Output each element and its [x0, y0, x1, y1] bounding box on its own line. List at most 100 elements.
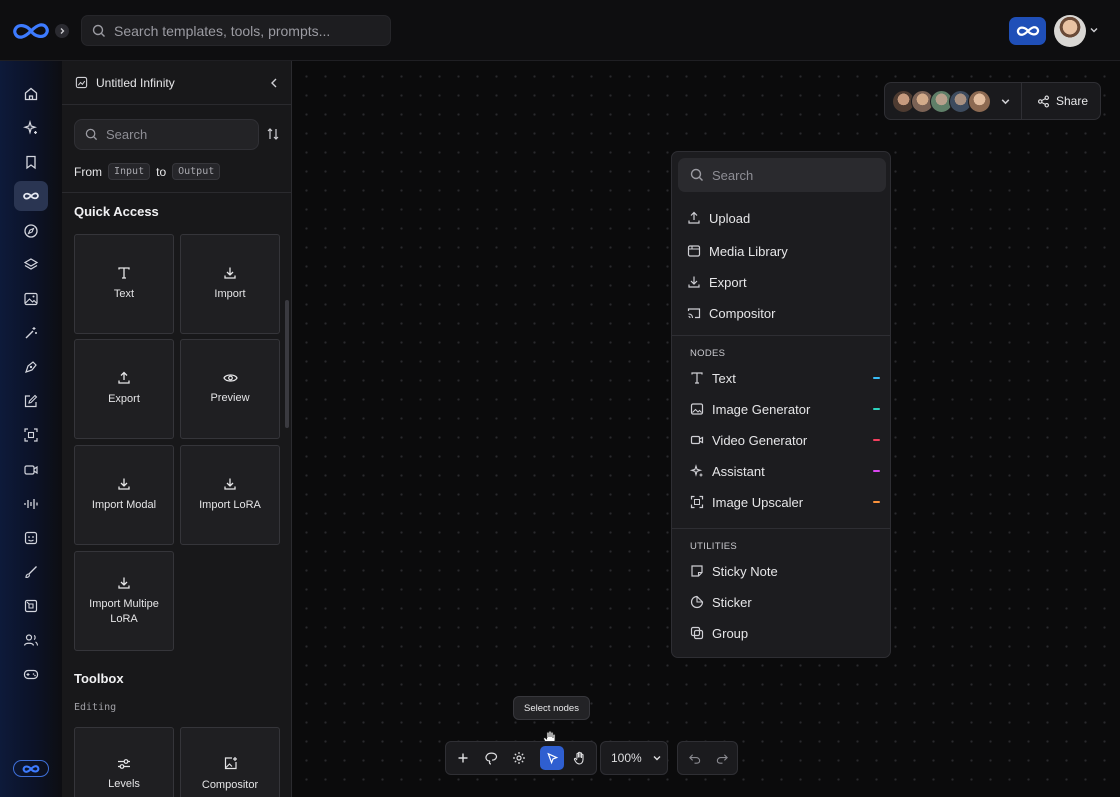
brush-icon[interactable]: [14, 557, 48, 587]
tile-label: Export: [108, 393, 140, 405]
select-tool-icon[interactable]: [540, 746, 564, 770]
menu-item-label: Text: [712, 370, 736, 386]
user-avatar[interactable]: [1054, 15, 1086, 47]
menu-item-label: Upload: [709, 210, 751, 226]
assistant-icon[interactable]: [14, 523, 48, 553]
image-icon: [690, 402, 704, 416]
divider: [672, 528, 890, 529]
quick-access-tile-import-lora[interactable]: Import LoRA: [180, 445, 280, 545]
menu-item-compositor[interactable]: Compositor: [687, 302, 877, 324]
bookmark-icon[interactable]: [14, 147, 48, 177]
download-icon: [687, 275, 701, 289]
global-search-input[interactable]: [114, 22, 374, 39]
logo-icon[interactable]: [10, 20, 52, 42]
tile-label: Preview: [210, 392, 250, 404]
chevron-down-icon[interactable]: [1000, 96, 1011, 107]
magic-wand-icon[interactable]: [14, 318, 48, 348]
redo-icon[interactable]: [710, 746, 734, 770]
chevron-down-icon[interactable]: [1089, 25, 1099, 35]
panel-scrollbar[interactable]: [285, 300, 289, 428]
quick-access-title: Quick Access: [74, 204, 159, 219]
infinity-icon[interactable]: [14, 181, 48, 211]
download-icon: [223, 266, 237, 280]
menu-search[interactable]: [678, 158, 886, 192]
3d-icon[interactable]: [14, 591, 48, 621]
tile-label: Import: [214, 288, 246, 300]
from-label: From: [74, 164, 102, 179]
crop-icon[interactable]: [14, 420, 48, 450]
infinity-logo-icon[interactable]: [13, 760, 49, 777]
menu-item-label: Image Generator: [712, 401, 811, 417]
quick-access-tile-import[interactable]: Import: [180, 234, 280, 334]
search-icon: [690, 168, 704, 182]
quick-access-tile-import-multiple-lora[interactable]: Import Multipe LoRA: [74, 551, 174, 651]
media-library-icon: [687, 244, 701, 258]
pen-tool-icon[interactable]: [14, 352, 48, 382]
output-chip[interactable]: Output: [172, 163, 221, 180]
menu-item-label: Sticker: [712, 594, 752, 610]
sparkles-icon[interactable]: [14, 113, 48, 143]
settings-icon[interactable]: [507, 746, 531, 770]
to-label: to: [156, 164, 167, 179]
hand-tool-icon[interactable]: [568, 746, 592, 770]
menu-node-image-generator[interactable]: Image Generator: [690, 398, 880, 420]
quick-access-tile-export[interactable]: Export: [74, 339, 174, 439]
home-icon[interactable]: [14, 79, 48, 109]
panel-search-input[interactable]: [106, 127, 246, 142]
collaborator-avatar[interactable]: [968, 90, 991, 113]
menu-search-input[interactable]: [712, 167, 872, 183]
quick-access-tile-import-modal[interactable]: Import Modal: [74, 445, 174, 545]
video-icon[interactable]: [14, 455, 48, 485]
menu-item-label: Group: [712, 625, 749, 641]
toolbox-tile-compositor[interactable]: Compositor: [180, 727, 280, 797]
chevron-left-icon[interactable]: [269, 77, 279, 89]
editing-label: Editing: [74, 702, 117, 713]
sticker-icon: [690, 595, 704, 609]
toolbox-tile-levels[interactable]: Levels: [74, 727, 174, 797]
input-chip[interactable]: Input: [108, 163, 151, 180]
workflow-icon: [75, 76, 88, 89]
quick-access-tile-preview[interactable]: Preview: [180, 339, 280, 439]
menu-utility-sticker[interactable]: Sticker: [690, 591, 880, 613]
layers-icon[interactable]: [14, 250, 48, 280]
undo-icon[interactable]: [682, 746, 706, 770]
global-search[interactable]: [81, 15, 391, 46]
panel-search[interactable]: [74, 119, 259, 150]
menu-node-text[interactable]: Text: [690, 367, 880, 389]
node-color-indicator: [873, 501, 880, 503]
menu-item-export[interactable]: Export: [687, 271, 877, 293]
zoom-value: 100%: [611, 751, 642, 765]
io-filter-row: From Input to Output: [74, 163, 226, 180]
brand-button[interactable]: [1009, 17, 1046, 45]
gamepad-icon[interactable]: [14, 659, 48, 689]
menu-item-label: Sticky Note: [712, 563, 778, 579]
text-icon: [117, 266, 131, 280]
menu-utility-group[interactable]: Group: [690, 622, 880, 644]
panel-header: Untitled Infinity: [62, 61, 291, 105]
share-button[interactable]: Share: [1037, 94, 1088, 108]
lasso-icon[interactable]: [479, 746, 503, 770]
sort-icon[interactable]: [266, 127, 280, 141]
add-icon[interactable]: [451, 746, 475, 770]
audio-wave-icon[interactable]: [14, 489, 48, 519]
menu-node-image-upscaler[interactable]: Image Upscaler: [690, 491, 880, 513]
compass-icon[interactable]: [14, 216, 48, 246]
edit-icon[interactable]: [14, 386, 48, 416]
users-icon[interactable]: [14, 625, 48, 655]
image-icon[interactable]: [14, 284, 48, 314]
upload-icon: [687, 211, 701, 225]
menu-item-media-library[interactable]: Media Library: [687, 240, 877, 262]
undo-redo-group: [677, 741, 738, 775]
tile-label: Text: [113, 288, 135, 300]
zoom-dropdown[interactable]: 100%: [600, 741, 668, 775]
toolbox-title: Toolbox: [74, 671, 124, 686]
menu-node-assistant[interactable]: Assistant: [690, 460, 880, 482]
menu-utility-sticky-note[interactable]: Sticky Note: [690, 560, 880, 582]
menu-node-video-generator[interactable]: Video Generator: [690, 429, 880, 451]
menu-item-label: Video Generator: [712, 432, 808, 448]
menu-item-upload[interactable]: Upload: [687, 207, 877, 229]
quick-access-tile-text[interactable]: Text: [74, 234, 174, 334]
share-label: Share: [1056, 94, 1089, 108]
chevron-right-icon[interactable]: [55, 24, 69, 38]
menu-item-label: Compositor: [709, 305, 776, 321]
